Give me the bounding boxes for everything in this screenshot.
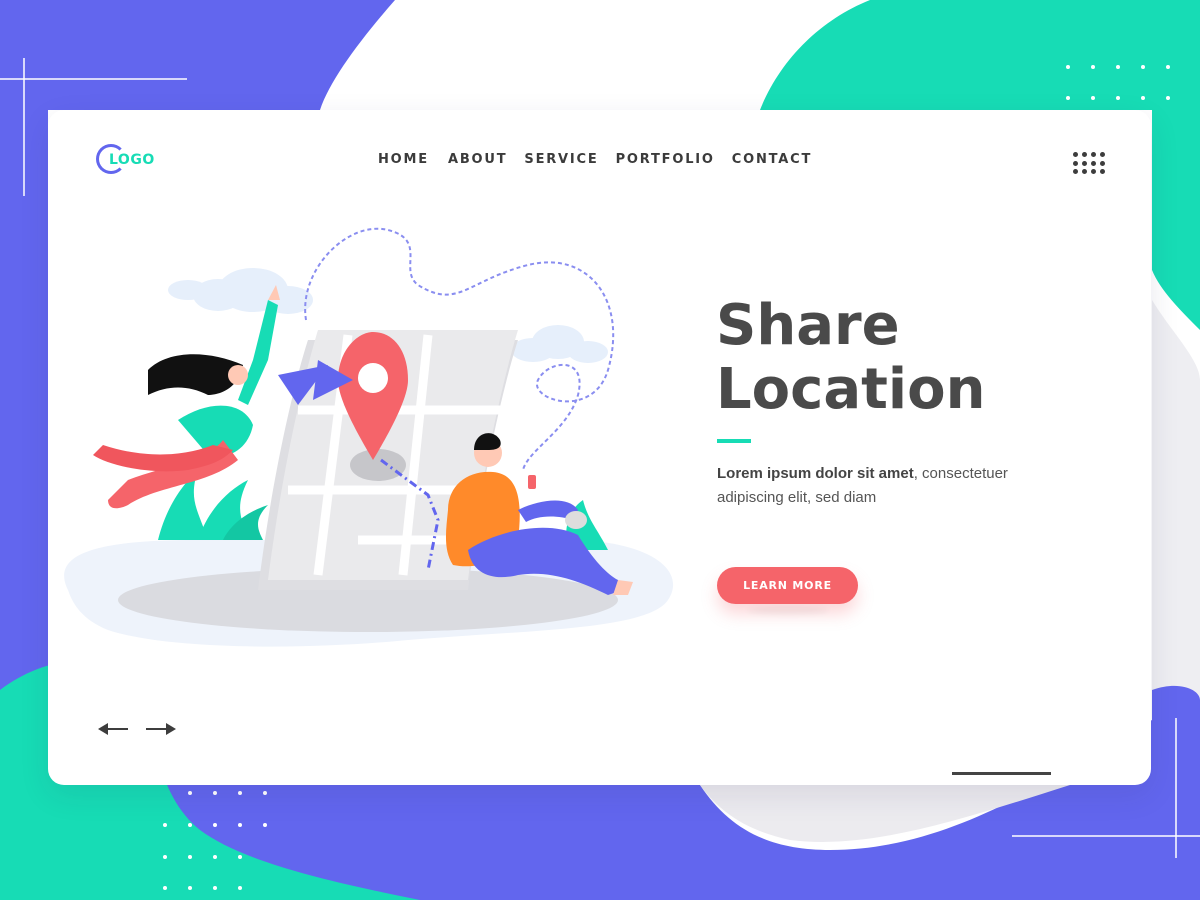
nav-contact[interactable]: CONTACT [732,152,812,167]
nav-about[interactable]: ABOUT [448,152,507,167]
landing-card: LOGO HOME ABOUT SERVICE PORTFOLIO CONTAC… [48,110,1151,785]
nav-home[interactable]: HOME [378,152,429,167]
slide-indicator[interactable] [952,772,1051,775]
main-nav: HOME ABOUT SERVICE PORTFOLIO CONTACT [378,152,812,167]
title-accent-line [717,439,751,443]
hero-description: Lorem ipsum dolor sit amet, consectetuer… [717,462,1047,510]
hero-title-line2: Location [716,357,986,422]
logo-text: LOGO [109,152,155,168]
nav-portfolio[interactable]: PORTFOLIO [616,152,715,167]
grid-menu-icon[interactable] [1073,152,1105,178]
hero-title: Share Location [716,294,1116,422]
hero-description-strong: Lorem ipsum dolor sit amet [717,465,914,482]
hero-title-line1: Share [716,293,900,358]
nav-service[interactable]: SERVICE [524,152,598,167]
cta-shadow [748,606,828,614]
learn-more-button[interactable]: LEARN MORE [717,567,858,604]
share-location-illustration [64,227,674,647]
logo[interactable]: LOGO [96,144,160,180]
arrow-left-icon[interactable] [96,718,130,740]
arrow-right-icon[interactable] [144,718,178,740]
